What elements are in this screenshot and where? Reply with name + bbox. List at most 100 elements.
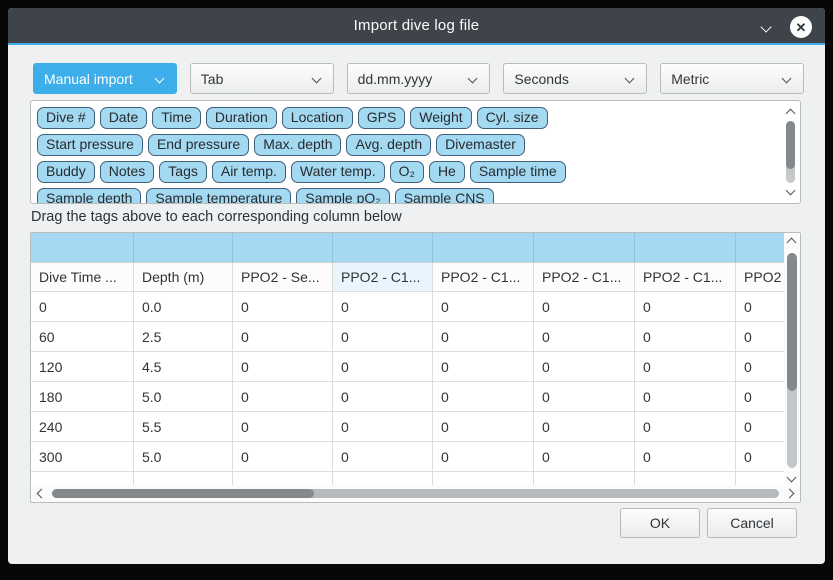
tag-list-box: Dive # Date Time Duration Location GPS W… bbox=[30, 100, 801, 204]
table-cell: 0 bbox=[433, 442, 534, 472]
drag-tag[interactable]: Sample CNS bbox=[395, 188, 494, 204]
drag-tag[interactable]: Max. depth bbox=[254, 134, 341, 156]
scroll-right-icon[interactable] bbox=[785, 489, 795, 499]
table-cell: 0 bbox=[534, 322, 635, 352]
date-format-select[interactable]: dd.mm.yyyy bbox=[347, 63, 491, 94]
table-cell: 0 bbox=[233, 292, 333, 322]
table-cell: 0 bbox=[433, 412, 534, 442]
drag-tag[interactable]: End pressure bbox=[148, 134, 249, 156]
duration-format-value: Seconds bbox=[514, 71, 568, 87]
scrollbar-thumb[interactable] bbox=[52, 489, 314, 498]
drag-tag[interactable]: Location bbox=[282, 107, 353, 129]
import-mode-select[interactable]: Manual import bbox=[33, 63, 177, 94]
scrollbar-thumb[interactable] bbox=[787, 253, 797, 391]
column-drop-target[interactable] bbox=[31, 233, 134, 263]
close-icon: ✕ bbox=[796, 21, 807, 34]
table-cell: 0 bbox=[736, 292, 784, 322]
units-select[interactable]: Metric bbox=[660, 63, 804, 94]
table-vertical-scrollbar[interactable] bbox=[784, 233, 800, 485]
table-cell: 0 bbox=[233, 322, 333, 352]
scroll-up-icon[interactable] bbox=[786, 109, 796, 119]
shade-button[interactable] bbox=[759, 20, 773, 34]
drag-tag[interactable]: Dive # bbox=[37, 107, 95, 129]
chevron-down-icon bbox=[782, 74, 792, 84]
table-cell: 0 bbox=[433, 292, 534, 322]
drag-tag[interactable]: He bbox=[429, 161, 465, 183]
drag-tag[interactable]: Sample pO₂ bbox=[296, 188, 389, 204]
table-cell: 0 bbox=[233, 352, 333, 382]
column-header[interactable]: PPO2 - Se... bbox=[233, 263, 333, 292]
table-cell: 120 bbox=[31, 352, 134, 382]
column-drop-target[interactable] bbox=[333, 233, 433, 263]
scroll-down-icon[interactable] bbox=[786, 186, 796, 196]
tag-row-clipped: Sample depth Sample temperature Sample p… bbox=[37, 188, 794, 204]
column-drop-target[interactable] bbox=[433, 233, 534, 263]
table-horizontal-scrollbar[interactable] bbox=[31, 485, 800, 502]
drag-tag[interactable]: Sample depth bbox=[37, 188, 141, 204]
table-row: 120 4.5 0 0 0 0 0 0 bbox=[31, 352, 784, 382]
table-cell: 0 bbox=[233, 442, 333, 472]
drag-tag[interactable]: Cyl. size bbox=[477, 107, 548, 129]
scrollbar-thumb[interactable] bbox=[786, 121, 795, 169]
scroll-down-icon[interactable] bbox=[787, 473, 797, 483]
drag-tag[interactable]: Buddy bbox=[37, 161, 95, 183]
drag-tag[interactable]: Notes bbox=[100, 161, 155, 183]
scroll-left-icon[interactable] bbox=[37, 489, 47, 499]
column-drop-target[interactable] bbox=[635, 233, 736, 263]
column-drop-target[interactable] bbox=[134, 233, 233, 263]
drag-tag[interactable]: GPS bbox=[358, 107, 406, 129]
drag-tag[interactable]: Tags bbox=[159, 161, 207, 183]
column-drop-target[interactable] bbox=[534, 233, 635, 263]
drag-tag[interactable]: Avg. depth bbox=[346, 134, 431, 156]
drag-tag[interactable]: O₂ bbox=[390, 161, 424, 183]
tagbox-vertical-scrollbar[interactable] bbox=[783, 103, 798, 201]
scroll-up-icon[interactable] bbox=[787, 238, 797, 248]
table-row: 60 2.5 0 0 0 0 0 0 bbox=[31, 322, 784, 352]
table-cell: 0 bbox=[433, 322, 534, 352]
cancel-button[interactable]: Cancel bbox=[707, 508, 797, 538]
drag-tag[interactable]: Start pressure bbox=[37, 134, 143, 156]
date-format-value: dd.mm.yyyy bbox=[358, 71, 433, 87]
table-cell: 0 bbox=[635, 292, 736, 322]
column-header[interactable]: Depth (m) bbox=[134, 263, 233, 292]
column-header[interactable]: PPO2 - C1... bbox=[534, 263, 635, 292]
column-header[interactable]: PPO2 - C1... bbox=[433, 263, 534, 292]
field-separator-select[interactable]: Tab bbox=[190, 63, 334, 94]
table-cell: 0 bbox=[635, 382, 736, 412]
drag-tag[interactable]: Divemaster bbox=[436, 134, 525, 156]
titlebar[interactable]: Import dive log file ✕ bbox=[8, 8, 825, 45]
scrollbar-track[interactable] bbox=[786, 121, 795, 183]
table-cell: 60 bbox=[31, 322, 134, 352]
scrollbar-track[interactable] bbox=[787, 253, 797, 468]
drag-tag[interactable]: Weight bbox=[410, 107, 471, 129]
close-button[interactable]: ✕ bbox=[790, 16, 812, 38]
column-drop-target[interactable] bbox=[233, 233, 333, 263]
drag-tag[interactable]: Water temp. bbox=[291, 161, 385, 183]
duration-format-select[interactable]: Seconds bbox=[503, 63, 647, 94]
units-value: Metric bbox=[671, 71, 709, 87]
drag-tag[interactable]: Date bbox=[100, 107, 148, 129]
column-header[interactable]: PPO2 bbox=[736, 263, 784, 292]
tag-row: Dive # Date Time Duration Location GPS W… bbox=[37, 107, 794, 129]
table-cell: 0 bbox=[333, 442, 433, 472]
table-cell: 0 bbox=[233, 412, 333, 442]
table-cell: 240 bbox=[31, 412, 134, 442]
scrollbar-track[interactable] bbox=[52, 489, 779, 498]
table-cell: 0 bbox=[736, 412, 784, 442]
drag-tag[interactable]: Air temp. bbox=[212, 161, 286, 183]
table-row: 180 5.0 0 0 0 0 0 0 bbox=[31, 382, 784, 412]
drag-tag[interactable]: Sample time bbox=[470, 161, 566, 183]
ok-button[interactable]: OK bbox=[620, 508, 700, 538]
column-header[interactable]: PPO2 - C1... bbox=[635, 263, 736, 292]
table-cell: 0 bbox=[333, 352, 433, 382]
table-cell: 5.0 bbox=[134, 382, 233, 412]
column-drop-target[interactable] bbox=[736, 233, 784, 263]
drop-target-row bbox=[31, 233, 784, 263]
column-header[interactable]: PPO2 - C1... bbox=[333, 263, 433, 292]
field-separator-value: Tab bbox=[201, 71, 224, 87]
drag-tag[interactable]: Sample temperature bbox=[146, 188, 291, 204]
drag-instruction-label: Drag the tags above to each correspondin… bbox=[31, 209, 402, 225]
drag-tag[interactable]: Time bbox=[152, 107, 201, 129]
drag-tag[interactable]: Duration bbox=[206, 107, 277, 129]
column-header[interactable]: Dive Time ... bbox=[31, 263, 134, 292]
